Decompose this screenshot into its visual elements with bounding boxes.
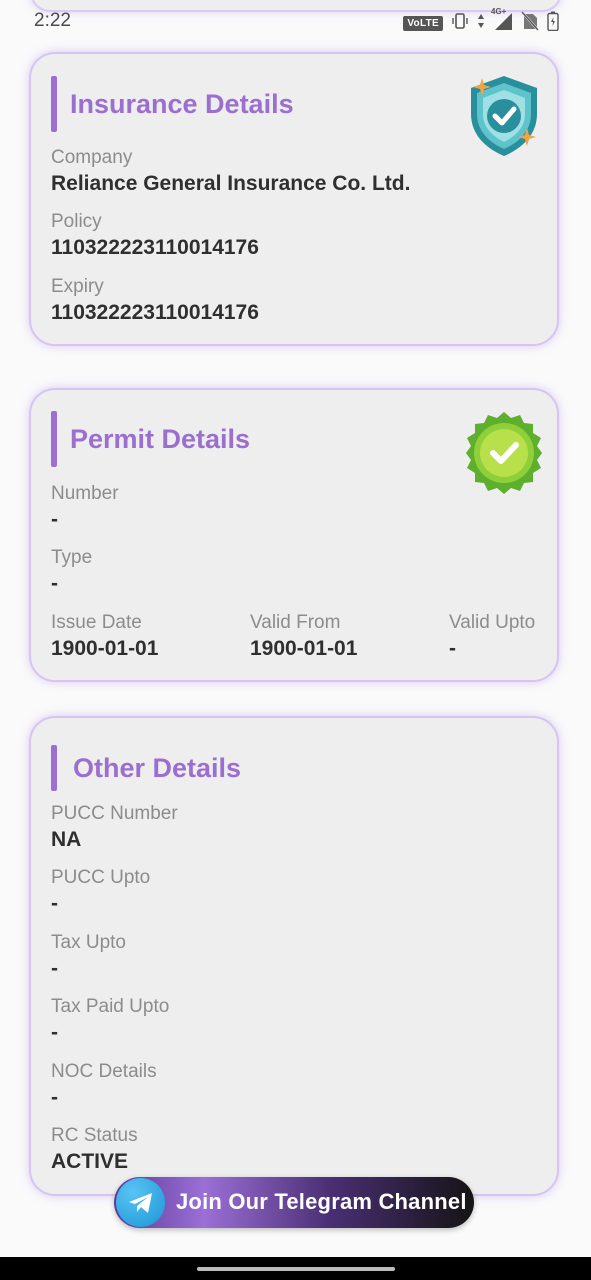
policy-field: Policy 110322223110014176 bbox=[51, 210, 259, 261]
expiry-label: Expiry bbox=[51, 276, 104, 297]
valid-from-value: 1900-01-01 bbox=[250, 637, 358, 660]
pucc-upto-value: - bbox=[51, 892, 58, 915]
permit-type-value: - bbox=[51, 572, 58, 595]
permit-card-header: Permit Details bbox=[51, 411, 250, 467]
company-label: Company bbox=[51, 147, 133, 168]
insurance-details-card: Insurance Details Company Reliance Gener… bbox=[29, 52, 559, 346]
other-card-header: Other Details bbox=[51, 740, 241, 796]
permit-number-label: Number bbox=[51, 483, 119, 504]
no-sim-icon bbox=[521, 11, 539, 36]
pucc-number-label: PUCC Number bbox=[51, 803, 178, 824]
shield-check-icon bbox=[461, 72, 547, 165]
accent-bar bbox=[51, 411, 57, 467]
tax-upto-field: Tax Upto - bbox=[51, 931, 126, 982]
issue-date-value: 1900-01-01 bbox=[51, 637, 159, 660]
permit-type-field: Type - bbox=[51, 546, 92, 597]
card-title: Other Details bbox=[73, 752, 242, 783]
noc-details-label: NOC Details bbox=[51, 1061, 157, 1082]
permit-number-value: - bbox=[51, 508, 58, 531]
telegram-icon bbox=[116, 1178, 165, 1227]
company-field: Company Reliance General Insurance Co. L… bbox=[51, 146, 410, 197]
status-icons: VoLTE 4G+ bbox=[403, 7, 559, 36]
other-details-card: Other Details PUCC Number NA PUCC Upto -… bbox=[29, 716, 559, 1196]
policy-value: 110322223110014176 bbox=[51, 236, 259, 259]
pucc-number-field: PUCC Number NA bbox=[51, 802, 178, 853]
valid-upto-field: Valid Upto - bbox=[449, 611, 535, 662]
network-type-label: 4G+ bbox=[491, 7, 507, 16]
company-value: Reliance General Insurance Co. Ltd. bbox=[51, 172, 411, 195]
vibrate-icon bbox=[451, 12, 469, 35]
home-indicator[interactable] bbox=[197, 1267, 395, 1271]
card-title: Insurance Details bbox=[70, 88, 294, 119]
navigation-bar bbox=[0, 1257, 591, 1280]
status-bar: 2:22 VoLTE 4G+ bbox=[0, 0, 591, 44]
noc-details-value: - bbox=[51, 1086, 58, 1109]
valid-from-field: Valid From 1900-01-01 bbox=[250, 611, 357, 662]
expiry-field: Expiry 110322223110014176 bbox=[51, 275, 259, 326]
card-title: Permit Details bbox=[70, 423, 251, 454]
signal-icon: 4G+ bbox=[491, 7, 513, 36]
insurance-card-header: Insurance Details bbox=[51, 76, 294, 132]
expiry-value: 110322223110014176 bbox=[51, 301, 259, 324]
rc-status-value: ACTIVE bbox=[51, 1150, 129, 1173]
volte-icon: VoLTE bbox=[403, 16, 443, 31]
rc-status-label: RC Status bbox=[51, 1125, 138, 1146]
accent-bar bbox=[51, 76, 57, 132]
valid-from-label: Valid From bbox=[250, 612, 341, 633]
pucc-upto-field: PUCC Upto - bbox=[51, 866, 150, 917]
verified-badge-icon bbox=[461, 410, 547, 501]
accent-bar bbox=[51, 745, 57, 791]
permit-number-field: Number - bbox=[51, 482, 119, 533]
noc-details-field: NOC Details - bbox=[51, 1060, 157, 1111]
policy-label: Policy bbox=[51, 211, 102, 232]
issue-date-label: Issue Date bbox=[51, 612, 142, 633]
join-telegram-button[interactable]: Join Our Telegram Channel bbox=[114, 1177, 474, 1228]
pucc-upto-label: PUCC Upto bbox=[51, 867, 151, 888]
issue-date-field: Issue Date 1900-01-01 bbox=[51, 611, 158, 662]
status-time: 2:22 bbox=[34, 10, 71, 31]
tax-paid-upto-label: Tax Paid Upto bbox=[51, 996, 170, 1017]
rc-status-field: RC Status ACTIVE bbox=[51, 1124, 138, 1175]
tax-upto-value: - bbox=[51, 957, 58, 980]
valid-upto-value: - bbox=[449, 637, 456, 660]
valid-upto-label: Valid Upto bbox=[449, 612, 536, 633]
tax-paid-upto-value: - bbox=[51, 1021, 58, 1044]
permit-details-card: Permit Details Number - Type - Issue Dat… bbox=[29, 388, 559, 682]
telegram-button-label: Join Our Telegram Channel bbox=[176, 1189, 467, 1214]
tax-paid-upto-field: Tax Paid Upto - bbox=[51, 995, 169, 1046]
permit-type-label: Type bbox=[51, 547, 93, 568]
pucc-number-value: NA bbox=[51, 828, 82, 851]
data-arrows-icon bbox=[477, 13, 485, 34]
tax-upto-label: Tax Upto bbox=[51, 932, 126, 953]
battery-icon bbox=[547, 11, 559, 36]
